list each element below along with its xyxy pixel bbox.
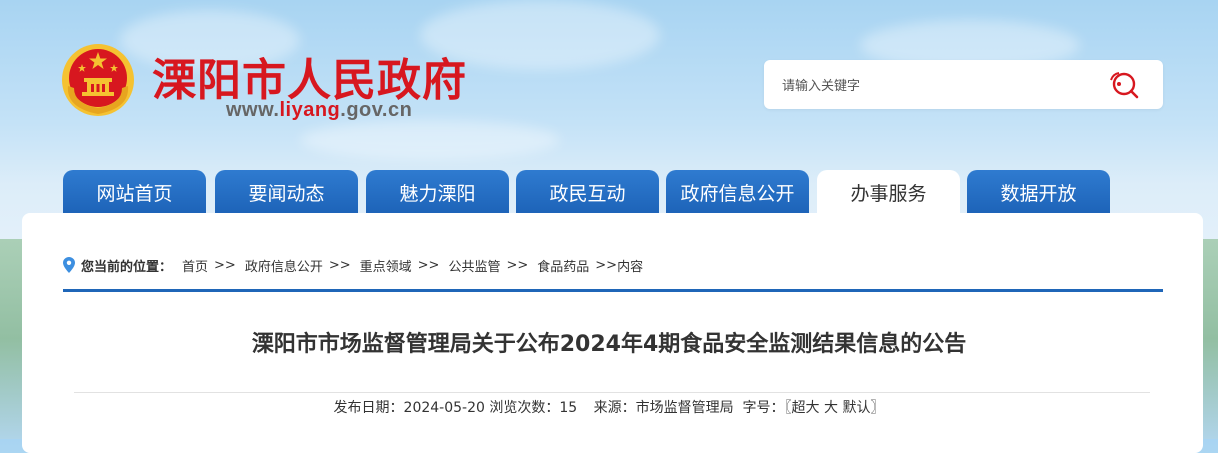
- site-url-suffix: .gov.cn: [340, 99, 413, 121]
- font-size-xlarge[interactable]: 超大: [792, 400, 820, 416]
- font-size-bracket-close: 〗: [870, 400, 885, 416]
- nav-tab-services[interactable]: 办事服务: [817, 170, 960, 214]
- font-size-bracket-open: 〖: [784, 400, 792, 416]
- site-url: www.liyang.gov.cn: [226, 99, 412, 122]
- breadcrumb: 您当前的位置： 首页 >> 政府信息公开 >> 重点领域 >> 公共监管 >> 食品药品…: [63, 255, 643, 275]
- breadcrumb-public-supervision[interactable]: 公共监管: [448, 256, 500, 275]
- search-input[interactable]: [780, 74, 1084, 98]
- breadcrumb-divider: [63, 289, 1163, 292]
- article-meta: 发布日期：2024-05-20 浏览次数：15 来源：市场监督管理局 字号：〖超…: [0, 397, 1218, 417]
- location-pin-icon: [63, 257, 75, 273]
- font-size-label: 字号：: [742, 400, 785, 416]
- national-emblem-icon: [62, 44, 134, 116]
- views-label: 浏览次数：: [489, 400, 560, 416]
- breadcrumb-separator: >>: [214, 257, 236, 273]
- breadcrumb-separator: >>: [328, 257, 351, 273]
- publish-date-label: 发布日期：: [333, 400, 404, 416]
- nav-tab-info-disclosure[interactable]: 政府信息公开: [666, 170, 809, 214]
- breadcrumb-home[interactable]: 首页: [182, 256, 208, 275]
- nav-tab-interaction[interactable]: 政民互动: [516, 170, 659, 214]
- search-icon[interactable]: [1107, 70, 1141, 100]
- breadcrumb-label: 您当前的位置：: [81, 259, 173, 275]
- source-label: 来源：: [593, 400, 636, 416]
- font-size-large[interactable]: 大: [824, 400, 838, 416]
- title-divider: [74, 392, 1150, 393]
- background-cloud: [300, 120, 560, 160]
- article-title: 溧阳市市场监督管理局关于公布2024年4期食品安全监测结果信息的公告: [251, 332, 967, 357]
- breadcrumb-current: 内容: [617, 259, 644, 275]
- site-url-prefix: www.: [226, 99, 280, 121]
- source-value: 市场监督管理局: [635, 400, 734, 416]
- publish-date: 2024-05-20: [403, 400, 485, 416]
- search-box: [764, 60, 1163, 109]
- font-size-default[interactable]: 默认: [842, 400, 870, 416]
- breadcrumb-separator: >>: [595, 257, 618, 273]
- breadcrumb-key-areas[interactable]: 重点领域: [360, 256, 412, 275]
- site-url-highlight: liyang: [279, 99, 341, 121]
- breadcrumb-food-drug[interactable]: 食品药品: [537, 256, 589, 275]
- breadcrumb-separator: >>: [417, 257, 440, 273]
- nav-tab-news[interactable]: 要闻动态: [215, 170, 358, 214]
- breadcrumb-info-disclosure[interactable]: 政府信息公开: [245, 256, 323, 275]
- breadcrumb-separator: >>: [506, 257, 529, 273]
- nav-tab-home[interactable]: 网站首页: [63, 170, 206, 214]
- nav-tab-charm-liyang[interactable]: 魅力溧阳: [366, 170, 509, 214]
- views-count: 15: [559, 400, 578, 416]
- nav-tab-open-data[interactable]: 数据开放: [967, 170, 1110, 214]
